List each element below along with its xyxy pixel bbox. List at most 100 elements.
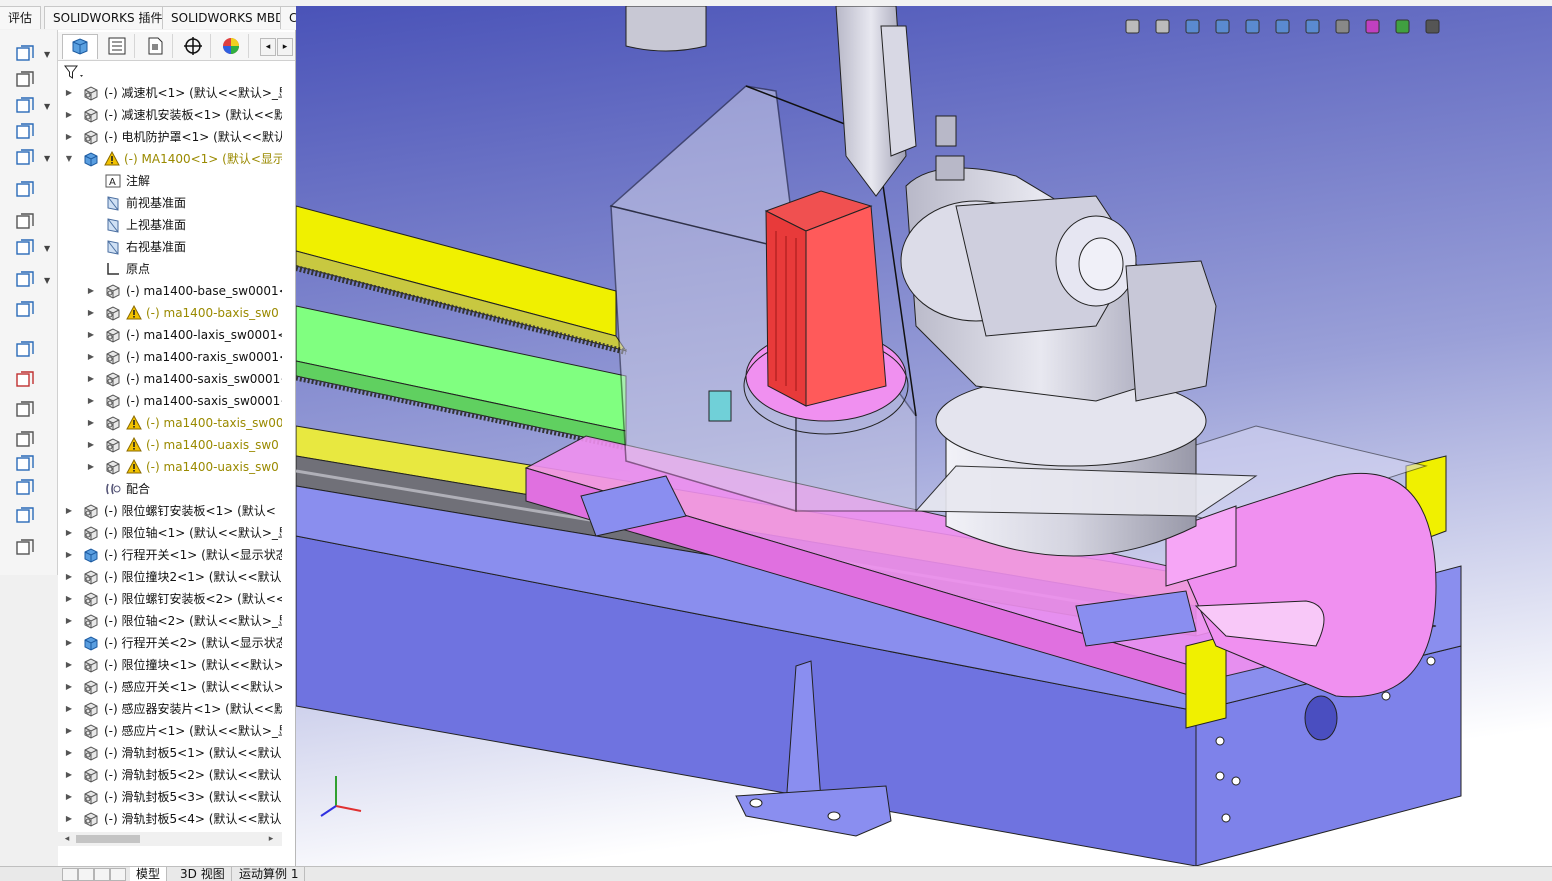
robot-upper-part[interactable]: [625, 6, 707, 52]
tree-item[interactable]: 配合: [58, 478, 282, 500]
tree-item[interactable]: ▶ (-) 限位螺钉安装板<2> (默认<<: [58, 588, 282, 610]
tab-solidworks-mbd[interactable]: SOLIDWORKS MBD: [162, 6, 294, 29]
rotate-component-icon[interactable]: [14, 180, 36, 200]
expand-arrow-icon[interactable]: ▶: [86, 368, 96, 390]
expand-arrow-icon[interactable]: ▶: [86, 346, 96, 368]
tree-item[interactable]: ▶ (-) 减速机安装板<1> (默认<<默: [58, 104, 282, 126]
tree-item[interactable]: ▶ (-) 感应片<1> (默认<<默认>_显: [58, 720, 282, 742]
expand-arrow-icon[interactable]: ▶: [64, 610, 74, 632]
expand-arrow-icon[interactable]: ▶: [64, 720, 74, 742]
propertymanager-tab[interactable]: [100, 34, 135, 58]
section-view-icon[interactable]: [1212, 16, 1234, 38]
tab-solidworks-addins[interactable]: SOLIDWORKS 插件: [44, 6, 172, 29]
tree-item[interactable]: ▶ (-) 限位螺钉安装板<1> (默认<: [58, 500, 282, 522]
ruler-icon[interactable]: [14, 538, 36, 558]
tree-item[interactable]: ▼ (-) MA1400<1> (默认<显示: [58, 148, 282, 170]
expand-arrow-icon[interactable]: ▶: [64, 588, 74, 610]
tree-item[interactable]: A 注解: [58, 170, 282, 192]
expand-arrow-icon[interactable]: ▶: [86, 434, 96, 456]
expand-arrow-icon[interactable]: ▶: [64, 698, 74, 720]
tree-item[interactable]: ▶ (-) ma1400-saxis_sw0001<: [58, 368, 282, 390]
bom-icon[interactable]: [14, 300, 36, 320]
zoom-area-icon[interactable]: [1152, 16, 1174, 38]
view-orientation-icon[interactable]: [1272, 16, 1294, 38]
graphics-area[interactable]: [296, 6, 1552, 866]
expand-arrow-icon[interactable]: ▶: [64, 764, 74, 786]
tree-item[interactable]: 右视基准面: [58, 236, 282, 258]
instant3d-icon[interactable]: [14, 430, 36, 450]
tree-item[interactable]: ▶ (-) 感应开关<1> (默认<<默认>: [58, 676, 282, 698]
tree-item[interactable]: ▶ (-) ma1400-laxis_sw0001<: [58, 324, 282, 346]
expand-arrow-icon[interactable]: ▶: [64, 126, 74, 148]
mate-icon[interactable]: [14, 340, 36, 360]
measure-icon[interactable]: [14, 478, 36, 498]
tree-item[interactable]: ▶ (-) 限位轴<2> (默认<<默认>_显: [58, 610, 282, 632]
expand-arrow-icon[interactable]: ▶: [64, 104, 74, 126]
next-tab-button[interactable]: [94, 868, 110, 881]
hole-series-icon[interactable]: [14, 370, 36, 390]
scroll-left-icon[interactable]: ◂: [60, 832, 74, 846]
tree-item[interactable]: 前视基准面: [58, 192, 282, 214]
featuremanager-tab[interactable]: [62, 34, 98, 59]
last-tab-button[interactable]: [110, 868, 126, 881]
tree-item[interactable]: ▶ (-) 电机防护罩<1> (默认<<默认: [58, 126, 282, 148]
panel-scroll-right-button[interactable]: ▸: [277, 38, 293, 56]
tab-motion-study[interactable]: 运动算例 1: [233, 867, 306, 881]
tree-item[interactable]: ▶ (-) 行程开关<1> (默认<显示状态: [58, 544, 282, 566]
move-component-icon[interactable]: ▼: [14, 148, 50, 168]
expand-arrow-icon[interactable]: ▶: [86, 412, 96, 434]
tree-item[interactable]: ▶ (-) 限位撞块<1> (默认<<默认>: [58, 654, 282, 676]
collapse-arrow-icon[interactable]: ▼: [64, 148, 74, 170]
pattern-icon[interactable]: ▼: [14, 96, 50, 116]
tree-item[interactable]: ▶ (-) ma1400-uaxis_sw0: [58, 456, 282, 478]
expand-arrow-icon[interactable]: ▶: [64, 544, 74, 566]
view-settings-icon[interactable]: [1422, 16, 1444, 38]
expand-arrow-icon[interactable]: ▶: [64, 742, 74, 764]
tree-item[interactable]: ▶ (-) ma1400-saxis_sw0001<: [58, 390, 282, 412]
proximity-sensor[interactable]: [708, 390, 732, 422]
assembly-insert-icon[interactable]: ▼: [14, 44, 50, 64]
edit-appearance-icon[interactable]: [1362, 16, 1384, 38]
expand-arrow-icon[interactable]: ▶: [64, 654, 74, 676]
tree-item[interactable]: ▶ (-) 限位撞块2<1> (默认<<默认: [58, 566, 282, 588]
tree-item[interactable]: ▶ (-) 限位轴<1> (默认<<默认>_显: [58, 522, 282, 544]
apply-scene-icon[interactable]: [1392, 16, 1414, 38]
expand-arrow-icon[interactable]: ▶: [64, 808, 74, 830]
expand-arrow-icon[interactable]: ▶: [86, 324, 96, 346]
tab-evaluate[interactable]: 评估: [0, 6, 42, 29]
expand-arrow-icon[interactable]: ▶: [64, 522, 74, 544]
rebuild-icon[interactable]: [14, 454, 36, 474]
tab-model[interactable]: 模型: [130, 867, 168, 881]
display-style-icon[interactable]: [1302, 16, 1324, 38]
display-manager-tab[interactable]: [214, 34, 249, 58]
configurationmanager-tab[interactable]: [138, 34, 173, 58]
servo-motor[interactable]: [764, 190, 887, 407]
smart-fasteners-icon[interactable]: [14, 212, 36, 232]
prev-tab-button[interactable]: [78, 868, 94, 881]
tree-item[interactable]: ▶ (-) 减速机<1> (默认<<默认>_显: [58, 82, 282, 104]
expand-arrow-icon[interactable]: ▶: [86, 302, 96, 324]
expand-arrow-icon[interactable]: ▶: [86, 280, 96, 302]
tree-item[interactable]: ▶ (-) ma1400-uaxis_sw0: [58, 434, 282, 456]
tree-filter-button[interactable]: [62, 63, 86, 83]
scroll-right-icon[interactable]: ▸: [264, 832, 278, 846]
tree-item[interactable]: ▶ (-) 行程开关<2> (默认<显示状态: [58, 632, 282, 654]
hide-show-icon[interactable]: [1332, 16, 1354, 38]
tree-item[interactable]: 上视基准面: [58, 214, 282, 236]
expand-arrow-icon[interactable]: ▶: [64, 632, 74, 654]
expand-arrow-icon[interactable]: ▶: [64, 676, 74, 698]
tree-item[interactable]: ▶ (-) 滑轨封板5<2> (默认<<默认: [58, 764, 282, 786]
tree-item[interactable]: ▶ (-) 感应器安装片<1> (默认<<默: [58, 698, 282, 720]
expand-arrow-icon[interactable]: ▶: [64, 82, 74, 104]
panel-scroll-left-button[interactable]: ◂: [260, 38, 276, 56]
end-cap-front[interactable]: [1185, 635, 1227, 729]
zoom-to-fit-icon[interactable]: [1122, 16, 1144, 38]
expand-arrow-icon[interactable]: ▶: [64, 500, 74, 522]
tree-item[interactable]: ▶ (-) 滑轨封板5<4> (默认<<默认: [58, 808, 282, 830]
tree-horizontal-scrollbar[interactable]: ◂ ▸: [58, 832, 282, 846]
dynamic-annotation-icon[interactable]: [1242, 16, 1264, 38]
tree-item[interactable]: ▶ (-) ma1400-baxis_sw0: [58, 302, 282, 324]
explode-view-icon[interactable]: ▼: [14, 238, 50, 258]
tree-item[interactable]: ▶ (-) ma1400-taxis_sw00: [58, 412, 282, 434]
dimxpert-tab[interactable]: [176, 34, 211, 58]
